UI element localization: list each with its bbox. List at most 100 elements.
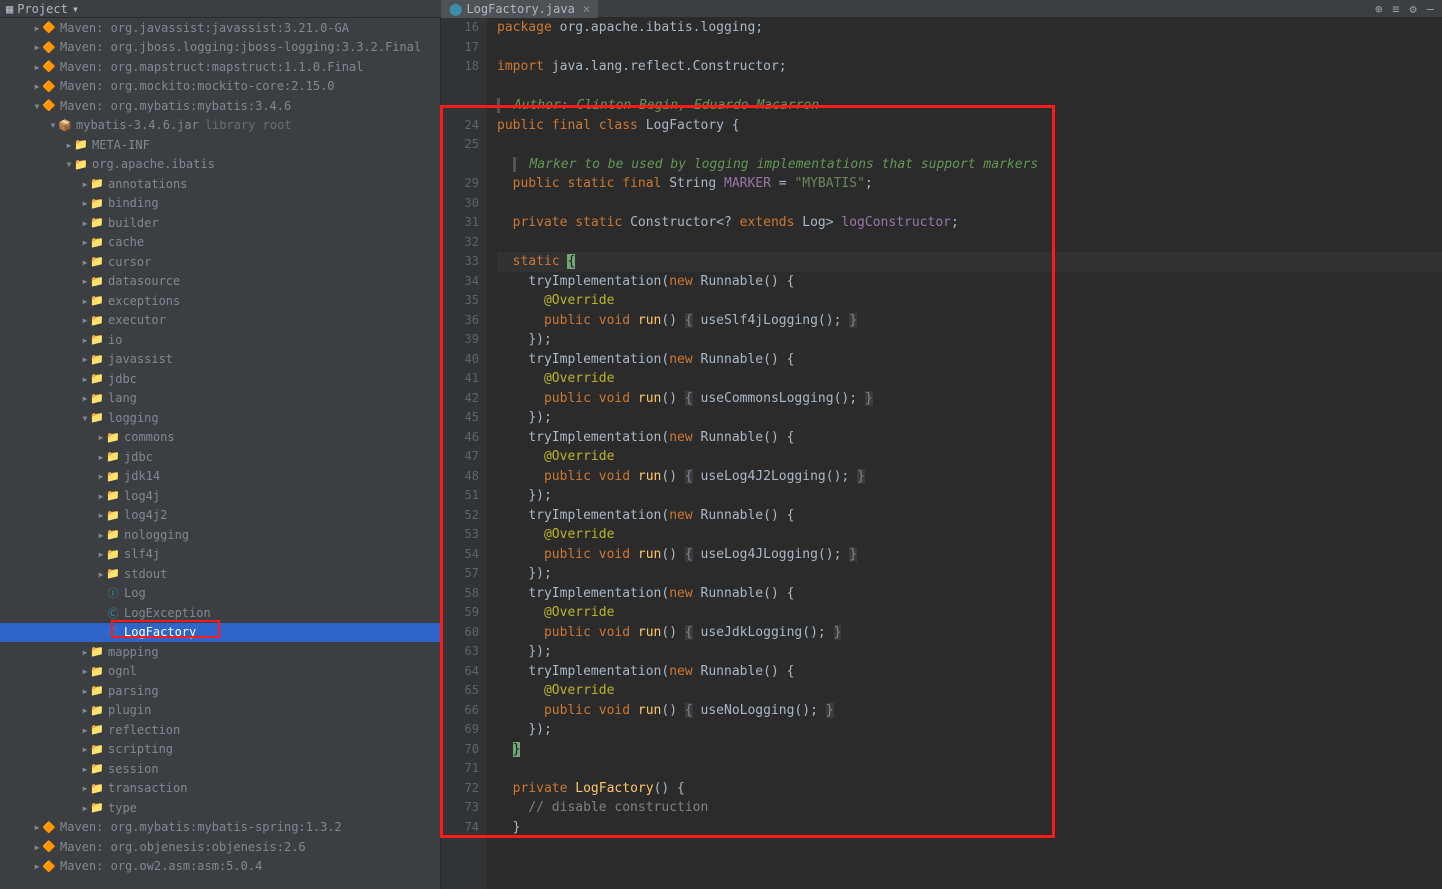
code-line[interactable] xyxy=(497,759,1442,779)
expand-arrow-icon[interactable]: ▸ xyxy=(80,723,90,737)
code-line[interactable]: tryImplementation(new Runnable() { xyxy=(497,506,1442,526)
expand-arrow-icon[interactable]: ▸ xyxy=(80,742,90,756)
expand-arrow-icon[interactable]: ▸ xyxy=(96,547,106,561)
code-line[interactable]: }); xyxy=(497,720,1442,740)
expand-arrow-icon[interactable]: ▸ xyxy=(80,333,90,347)
code-line[interactable]: @Override xyxy=(497,525,1442,545)
tree-item-cache[interactable]: ▸📁cache xyxy=(0,233,440,253)
code-line[interactable]: public final class LogFactory { xyxy=(497,116,1442,136)
hide-icon[interactable]: — xyxy=(1427,2,1434,16)
code-line[interactable]: static { xyxy=(497,252,1442,272)
code-line[interactable] xyxy=(497,194,1442,214)
expand-arrow-icon[interactable]: ▸ xyxy=(32,60,42,74)
expand-arrow-icon[interactable]: ▸ xyxy=(80,274,90,288)
code-line[interactable]: // disable construction xyxy=(497,798,1442,818)
code-line[interactable]: @Override xyxy=(497,369,1442,389)
tree-item-metainf[interactable]: ▸📁META-INF xyxy=(0,135,440,155)
expand-arrow-icon[interactable]: ▸ xyxy=(32,859,42,873)
expand-arrow-icon[interactable]: ▸ xyxy=(96,567,106,581)
tree-item-jdbc_pkg[interactable]: ▸📁jdbc xyxy=(0,369,440,389)
code-area[interactable]: package org.apache.ibatis.logging; import… xyxy=(487,18,1442,889)
expand-arrow-icon[interactable]: ▸ xyxy=(80,684,90,698)
collapse-icon[interactable]: ≡ xyxy=(1392,2,1399,16)
tree-item-log4j2[interactable]: ▸📁log4j2 xyxy=(0,506,440,526)
code-line[interactable]: @Override xyxy=(497,291,1442,311)
code-line[interactable]: } xyxy=(497,818,1442,838)
code-line[interactable]: }); xyxy=(497,408,1442,428)
expand-arrow-icon[interactable]: ▾ xyxy=(48,118,58,132)
code-line[interactable]: Author: Clinton Begin, Eduardo Macarron xyxy=(497,96,1442,116)
expand-arrow-icon[interactable]: ▾ xyxy=(80,411,90,425)
tree-item-io[interactable]: ▸📁io xyxy=(0,330,440,350)
tree-item-builder[interactable]: ▸📁builder xyxy=(0,213,440,233)
code-line[interactable] xyxy=(497,77,1442,97)
gear-icon[interactable]: ⚙ xyxy=(1410,2,1417,16)
expand-arrow-icon[interactable]: ▸ xyxy=(80,801,90,815)
project-tree[interactable]: ▸🔶Maven: org.javassist:javassist:3.21.0-… xyxy=(0,18,441,889)
code-line[interactable]: tryImplementation(new Runnable() { xyxy=(497,350,1442,370)
expand-arrow-icon[interactable]: ▸ xyxy=(32,840,42,854)
code-line[interactable]: package org.apache.ibatis.logging; xyxy=(497,18,1442,38)
project-panel-label[interactable]: ▦ Project ▾ xyxy=(0,2,85,16)
expand-arrow-icon[interactable]: ▸ xyxy=(32,21,42,35)
tree-item-maven_jboss[interactable]: ▸🔶Maven: org.jboss.logging:jboss-logging… xyxy=(0,38,440,58)
expand-arrow-icon[interactable]: ▸ xyxy=(96,430,106,444)
code-line[interactable]: Marker to be used by logging implementat… xyxy=(497,155,1442,175)
tree-item-type[interactable]: ▸📁type xyxy=(0,798,440,818)
code-line[interactable]: }); xyxy=(497,564,1442,584)
code-line[interactable]: public void run() { useLog4JLogging(); } xyxy=(497,545,1442,565)
expand-arrow-icon[interactable]: ▸ xyxy=(80,196,90,210)
tree-item-maven_mybatis_spring[interactable]: ▸🔶Maven: org.mybatis:mybatis-spring:1.3.… xyxy=(0,818,440,838)
expand-arrow-icon[interactable]: ▸ xyxy=(80,372,90,386)
tab-logfactory[interactable]: ⬤ LogFactory.java × xyxy=(441,0,598,18)
tree-item-maven_mapstruct[interactable]: ▸🔶Maven: org.mapstruct:mapstruct:1.1.0.F… xyxy=(0,57,440,77)
code-line[interactable]: tryImplementation(new Runnable() { xyxy=(497,662,1442,682)
expand-arrow-icon[interactable]: ▸ xyxy=(80,352,90,366)
tree-item-log4j[interactable]: ▸📁log4j xyxy=(0,486,440,506)
tree-item-nologging[interactable]: ▸📁nologging xyxy=(0,525,440,545)
locate-icon[interactable]: ⊕ xyxy=(1375,2,1382,16)
expand-arrow-icon[interactable]: ▾ xyxy=(64,157,74,171)
tree-item-ognl[interactable]: ▸📁ognl xyxy=(0,662,440,682)
code-line[interactable]: import java.lang.reflect.Constructor; xyxy=(497,57,1442,77)
code-line[interactable]: } xyxy=(497,740,1442,760)
code-line[interactable] xyxy=(497,135,1442,155)
tree-item-LogException[interactable]: ⒸLogException xyxy=(0,603,440,623)
code-line[interactable]: private static Constructor<? extends Log… xyxy=(497,213,1442,233)
tree-item-maven_asm[interactable]: ▸🔶Maven: org.ow2.asm:asm:5.0.4 xyxy=(0,857,440,877)
code-line[interactable]: public void run() { useLog4J2Logging(); … xyxy=(497,467,1442,487)
expand-arrow-icon[interactable]: ▸ xyxy=(80,762,90,776)
code-line[interactable]: public void run() { useNoLogging(); } xyxy=(497,701,1442,721)
tree-item-commons[interactable]: ▸📁commons xyxy=(0,428,440,448)
tree-item-Log[interactable]: ⒾLog xyxy=(0,584,440,604)
tree-item-mapping[interactable]: ▸📁mapping xyxy=(0,642,440,662)
code-line[interactable]: @Override xyxy=(497,603,1442,623)
close-icon[interactable]: × xyxy=(583,2,590,16)
tree-item-jar[interactable]: ▾📦mybatis-3.4.6.jarlibrary root xyxy=(0,116,440,136)
tree-item-LogFactory[interactable]: ⒸLogFactory xyxy=(0,623,440,643)
expand-arrow-icon[interactable]: ▸ xyxy=(80,177,90,191)
expand-arrow-icon[interactable]: ▸ xyxy=(80,703,90,717)
tree-item-lang[interactable]: ▸📁lang xyxy=(0,389,440,409)
tree-item-maven_objenesis[interactable]: ▸🔶Maven: org.objenesis:objenesis:2.6 xyxy=(0,837,440,857)
expand-arrow-icon[interactable]: ▸ xyxy=(96,508,106,522)
code-line[interactable]: private LogFactory() { xyxy=(497,779,1442,799)
tree-item-maven_javassist[interactable]: ▸🔶Maven: org.javassist:javassist:3.21.0-… xyxy=(0,18,440,38)
expand-arrow-icon[interactable]: ▸ xyxy=(32,40,42,54)
tree-item-reflection[interactable]: ▸📁reflection xyxy=(0,720,440,740)
tree-item-javassist[interactable]: ▸📁javassist xyxy=(0,350,440,370)
code-line[interactable] xyxy=(497,38,1442,58)
expand-arrow-icon[interactable]: ▾ xyxy=(32,99,42,113)
tree-item-transaction[interactable]: ▸📁transaction xyxy=(0,779,440,799)
code-line[interactable]: }); xyxy=(497,486,1442,506)
tree-item-logging[interactable]: ▾📁logging xyxy=(0,408,440,428)
expand-arrow-icon[interactable]: ▸ xyxy=(80,781,90,795)
code-line[interactable]: }); xyxy=(497,642,1442,662)
code-line[interactable]: tryImplementation(new Runnable() { xyxy=(497,272,1442,292)
code-line[interactable]: }); xyxy=(497,330,1442,350)
tree-item-session[interactable]: ▸📁session xyxy=(0,759,440,779)
tree-item-executor[interactable]: ▸📁executor xyxy=(0,311,440,331)
tree-item-pkg[interactable]: ▾📁org.apache.ibatis xyxy=(0,155,440,175)
tree-item-annotations[interactable]: ▸📁annotations xyxy=(0,174,440,194)
code-line[interactable]: tryImplementation(new Runnable() { xyxy=(497,428,1442,448)
